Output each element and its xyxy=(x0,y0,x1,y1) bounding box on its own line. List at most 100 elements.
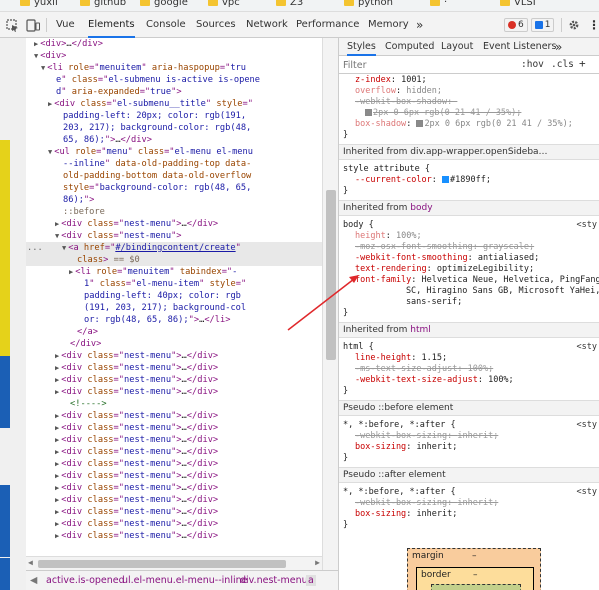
box-model-margin-value[interactable]: – xyxy=(472,551,477,561)
device-toolbar-icon[interactable] xyxy=(26,12,40,38)
dom-node-line[interactable]: ▶ <div class="nest-menu">…</div> xyxy=(26,482,322,494)
dom-node-line[interactable]: ▶ <div class="nest-menu">…</div> xyxy=(26,518,322,530)
class-toggle[interactable]: .cls xyxy=(551,59,574,70)
breadcrumb-scroll-left[interactable]: ◀ xyxy=(30,575,37,586)
dom-node-line[interactable]: </div> xyxy=(26,338,322,350)
collapsed-triangle-icon[interactable]: ▶ xyxy=(55,352,59,360)
scroll-left-arrow[interactable]: ◀ xyxy=(28,558,33,567)
bookmark-item[interactable]: VLSI xyxy=(500,0,536,8)
collapsed-triangle-icon[interactable]: ▶ xyxy=(55,508,59,516)
css-property-name[interactable]: height xyxy=(355,231,386,241)
breadcrumb-item-current[interactable]: a xyxy=(306,575,316,586)
bookmark-item[interactable]: google xyxy=(140,0,188,8)
css-declaration[interactable]: font-family: Helvetica Neue, Helvetica, … xyxy=(343,275,599,286)
css-property-value[interactable]: 2px 0 6px rgb(0 21 41 / 35%); xyxy=(373,108,521,118)
box-model-border-value[interactable]: – xyxy=(473,570,478,580)
collapsed-triangle-icon[interactable]: ▶ xyxy=(55,424,59,432)
dom-node-line[interactable]: ▶ <div class="nest-menu">…</div> xyxy=(26,506,322,518)
collapsed-triangle-icon[interactable]: ▶ xyxy=(55,472,59,480)
css-property-name[interactable]: -moz-osx-font-smoothing xyxy=(355,242,473,252)
expand-triangle-icon[interactable]: ▼ xyxy=(48,148,52,156)
expand-triangle-icon[interactable]: ▼ xyxy=(55,232,59,240)
dom-node-line[interactable]: ▶ <div class="nest-menu">…</div> xyxy=(26,458,322,470)
dom-node-line[interactable]: or: rgb(48, 65, 86);">…</li> xyxy=(26,314,322,326)
new-style-rule-button[interactable]: + xyxy=(579,57,586,70)
bookmark-item[interactable]: Z3 xyxy=(276,0,303,8)
css-declaration[interactable]: height: 100%; xyxy=(343,231,599,242)
css-declaration[interactable]: -ms-text-size-adjust: 100%; xyxy=(343,364,599,375)
elements-vertical-scrollbar[interactable] xyxy=(322,38,338,570)
inherited-element-link[interactable]: body xyxy=(410,203,432,213)
css-property-value[interactable]: inherit; xyxy=(457,498,498,508)
dom-node-line[interactable]: ::before xyxy=(26,206,322,218)
collapsed-triangle-icon[interactable]: ▶ xyxy=(55,448,59,456)
collapsed-triangle-icon[interactable]: ▶ xyxy=(55,376,59,384)
css-property-name[interactable]: overflow xyxy=(355,86,396,96)
dom-node-line[interactable]: ▶ <div class="nest-menu">…</div> xyxy=(26,218,322,230)
dom-node-line[interactable]: ▼ <div class="nest-menu"> xyxy=(26,230,322,242)
css-declaration[interactable]: line-height: 1.15; xyxy=(343,353,599,364)
css-declaration[interactable]: -webkit-font-smoothing: antialiased; xyxy=(343,253,599,264)
dom-node-line[interactable]: ▶ <div class="nest-menu">…</div> xyxy=(26,494,322,506)
tab-event-listeners[interactable]: Event Listeners xyxy=(483,38,556,56)
css-declaration[interactable]: 2px 0 6px rgb(0 21 41 / 35%); xyxy=(343,108,599,119)
collapsed-triangle-icon[interactable]: ▶ xyxy=(55,496,59,504)
css-property-name[interactable]: -webkit-box-sizing xyxy=(355,498,447,508)
css-declaration[interactable]: -moz-osx-font-smoothing: grayscale; xyxy=(343,242,599,253)
css-property-value[interactable]: Helvetica Neue, Helvetica, PingFang xyxy=(422,275,599,285)
dom-node-line[interactable]: ▶ <div>…</div> xyxy=(26,38,322,50)
expand-triangle-icon[interactable]: ▼ xyxy=(34,52,38,60)
collapsed-triangle-icon[interactable]: ▶ xyxy=(48,100,52,108)
inspect-element-icon[interactable] xyxy=(6,12,19,38)
tab-styles[interactable]: Styles xyxy=(347,38,376,56)
breadcrumb-item[interactable]: ul.el-menu.el-menu--inline xyxy=(122,575,247,586)
inherited-element-link[interactable]: html xyxy=(410,325,431,335)
css-declaration[interactable]: --current-color: #1890ff; xyxy=(343,175,599,186)
dom-node-line[interactable]: ▼ <div> xyxy=(26,50,322,62)
css-property-name[interactable]: box-shadow xyxy=(355,119,406,129)
css-property-name[interactable]: -webkit-box-sizing xyxy=(355,431,447,441)
css-property-value[interactable]: antialiased; xyxy=(478,253,539,263)
css-declaration[interactable]: box-sizing: inherit; xyxy=(343,442,599,453)
elements-horizontal-scrollbar[interactable]: ◀ ▶ xyxy=(26,556,322,570)
elements-dom-tree[interactable]: ▶ <div>…</div> ▼ <div> ▼ <li role="menuitem" … xyxy=(26,38,322,556)
dom-node-selected[interactable]: ▼<a href="#/bindingcontent/create" xyxy=(26,242,322,254)
dom-node-line[interactable]: ▶ <div class="nest-menu">…</div> xyxy=(26,434,322,446)
tab-layout[interactable]: Layout xyxy=(441,38,473,56)
css-property-value[interactable]: SC, Hiragino Sans GB, Microsoft YaHei, A… xyxy=(365,286,599,296)
breadcrumb-item[interactable]: active.is-opened xyxy=(46,575,125,586)
collapsed-triangle-icon[interactable]: ▶ xyxy=(55,460,59,468)
dom-node-line[interactable]: e" class="el-submenu is-active is-opene xyxy=(26,74,322,86)
scrollbar-thumb[interactable] xyxy=(326,190,336,360)
dom-node-line[interactable]: </a> xyxy=(26,326,322,338)
dom-node-line[interactable]: ▶ <div class="nest-menu">…</div> xyxy=(26,374,322,386)
dom-node-line[interactable]: 65, 86);">…</div> xyxy=(26,134,322,146)
style-source-link[interactable]: <sty xyxy=(577,487,597,498)
dom-node-line[interactable]: ▶ <div class="nest-menu">…</div> xyxy=(26,410,322,422)
css-declaration[interactable]: -webkit-text-size-adjust: 100%; xyxy=(343,375,599,386)
dom-node-line[interactable]: <!----> xyxy=(26,398,322,410)
css-property-name[interactable]: box-sizing xyxy=(355,442,406,452)
css-property-value[interactable]: 100%; xyxy=(396,231,422,241)
css-declaration[interactable]: SC, Hiragino Sans GB, Microsoft YaHei, A… xyxy=(343,286,599,297)
dom-node-line[interactable]: ▶ <div class="nest-menu">…</div> xyxy=(26,362,322,374)
css-property-name[interactable]: -ms-text-size-adjust xyxy=(355,364,457,374)
css-property-value[interactable]: 2px 0 6px rgb(0 21 41 / 35%); xyxy=(424,119,572,129)
style-source-link[interactable]: <sty xyxy=(577,342,597,353)
dom-node-line[interactable]: ▶ <div class="nest-menu">…</div> xyxy=(26,386,322,398)
css-property-name[interactable]: --current-color xyxy=(355,175,432,185)
scroll-right-arrow[interactable]: ▶ xyxy=(315,558,320,567)
css-declaration[interactable]: text-rendering: optimizeLegibility; xyxy=(343,264,599,275)
dom-node-line[interactable]: (191, 203, 217); background-col xyxy=(26,302,322,314)
collapsed-triangle-icon[interactable]: ▶ xyxy=(55,532,59,540)
more-tabs-button[interactable]: » xyxy=(416,12,423,38)
css-property-name[interactable]: z-index xyxy=(355,75,391,85)
dom-node-line[interactable]: 1" class="el-menu-item" style=" xyxy=(26,278,322,290)
style-source-link[interactable]: <sty xyxy=(577,420,597,431)
css-property-value[interactable]: 100%; xyxy=(468,364,494,374)
dom-node-line[interactable]: --inline" data-old-padding-top data- xyxy=(26,158,322,170)
css-declaration[interactable]: box-sizing: inherit; xyxy=(343,509,599,520)
css-property-value[interactable]: inherit; xyxy=(457,431,498,441)
collapsed-triangle-icon[interactable]: ▶ xyxy=(34,40,38,48)
tab-computed[interactable]: Computed xyxy=(385,38,434,56)
